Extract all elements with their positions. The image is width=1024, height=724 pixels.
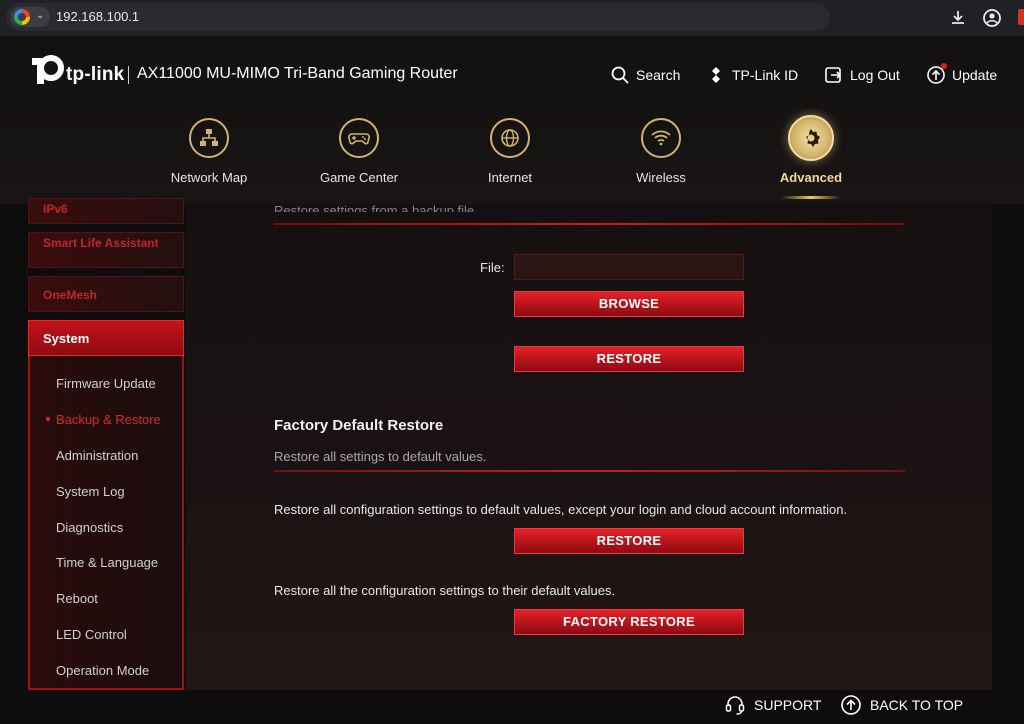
section-divider [274,470,905,472]
google-icon [14,9,30,25]
sidebar-item-firmware-update[interactable]: Firmware Update [56,376,156,391]
sidebar-item-onemesh[interactable]: OneMesh [28,276,184,312]
logout-button[interactable]: Log Out [824,64,900,86]
update-button[interactable]: Update [926,63,998,86]
sidebar-item-system-log[interactable]: System Log [56,484,125,499]
file-path-input[interactable] [514,254,744,280]
update-notification-dot [941,63,947,69]
system-submenu: Firmware Update Backup & Restore Adminis… [28,356,184,690]
gear-icon [788,115,834,161]
sidebar-item-reboot[interactable]: Reboot [56,591,98,606]
tab-label: Internet [487,170,533,185]
back-to-top-link[interactable]: BACK TO TOP [840,694,963,716]
search-button[interactable]: Search [610,64,680,86]
search-label: Search [636,67,681,83]
sidebar-item-backup-restore[interactable]: Backup & Restore [56,412,161,427]
logout-label: Log Out [850,67,900,83]
search-icon [610,65,630,85]
browser-toolbar: ⌄ 192.168.100.1 [0,0,1024,36]
sidebar-item-time-language[interactable]: Time & Language [56,555,158,570]
factory-restore-title: Factory Default Restore [274,417,444,434]
sidebar-item-label: System [43,331,90,346]
globe-icon [490,118,530,158]
sidebar-item-label: Smart Life Assistant [43,236,159,250]
support-label: SUPPORT [754,697,822,713]
tab-label: Wireless [636,170,686,185]
tab-wireless[interactable]: Wireless [601,118,721,198]
gamepad-icon [339,118,379,158]
logout-icon [824,65,844,85]
support-link[interactable]: SUPPORT [724,694,821,716]
partial-restore-description: Restore all configuration settings to de… [274,502,848,517]
tab-game-center[interactable]: Game Center [299,118,419,198]
sidebar-item-operation-mode[interactable]: Operation Mode [56,663,149,678]
profile-icon[interactable] [982,8,1002,28]
address-bar[interactable]: ⌄ 192.168.100.1 [6,3,830,31]
router-header: tp-link AX11000 MU-MIMO Tri-Band Gaming … [0,36,1024,204]
factory-restore-button[interactable]: FACTORY RESTORE [514,609,744,635]
restore-backup-button[interactable]: RESTORE [514,346,744,372]
browser-menu-indicator[interactable] [1018,9,1024,25]
sidebar-item-led-control[interactable]: LED Control [56,627,127,642]
sidebar-item-label: OneMesh [43,288,98,302]
sidebar-item-administration[interactable]: Administration [56,448,138,463]
file-label: File: [480,260,505,275]
tab-advanced[interactable]: Advanced [751,115,871,199]
sidebar-item-label: IPv6 [43,202,68,216]
wifi-icon [641,118,681,158]
url-text[interactable]: 192.168.100.1 [56,9,139,24]
tplink-logo-icon [28,54,64,93]
update-label: Update [952,67,998,83]
chevron-down-icon: ⌄ [36,10,45,21]
restore-defaults-button[interactable]: RESTORE [514,528,744,554]
tab-network-map[interactable]: Network Map [149,118,269,198]
tab-label: Network Map [170,170,248,185]
sidebar-item-smart-life-assistant[interactable]: Smart Life Assistant [28,232,184,268]
tplink-id-icon [706,65,726,85]
router-model: AX11000 MU-MIMO Tri-Band Gaming Router [137,65,458,82]
headset-icon [724,694,746,716]
factory-restore-subtitle: Restore all settings to default values. [274,449,487,464]
brand-name: tp-link [66,64,125,85]
tab-label: Game Center [319,170,399,185]
restore-backup-description: Restore settings from a backup file. [274,203,478,212]
tplink-id-label: TP-Link ID [732,67,799,83]
browse-button[interactable]: BROWSE [514,291,744,317]
sidebar-item-ipv6[interactable]: IPv6 [28,198,184,224]
sidebar-item-diagnostics[interactable]: Diagnostics [56,520,123,535]
arrow-up-icon [840,694,862,716]
back-to-top-label: BACK TO TOP [870,697,964,713]
brand-divider [128,66,129,84]
sidebar-item-system[interactable]: System [28,320,184,356]
tplink-id-button[interactable]: TP-Link ID [706,64,798,86]
tab-internet[interactable]: Internet [450,118,570,198]
section-divider [274,223,905,225]
active-item-dot [46,417,50,421]
active-tab-indicator [781,196,841,199]
tab-label: Advanced [779,170,843,185]
sidebar: IPv6 Smart Life Assistant OneMesh System… [28,198,184,690]
site-info-button[interactable]: ⌄ [10,7,50,27]
network-map-icon [189,118,229,158]
update-icon [926,63,947,85]
download-icon[interactable] [948,8,968,28]
full-restore-description: Restore all the configuration settings t… [274,583,616,598]
